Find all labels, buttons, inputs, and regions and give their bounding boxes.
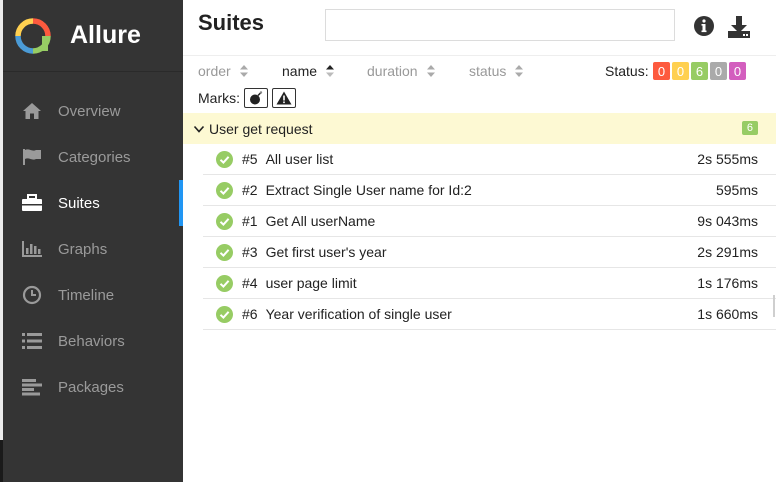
list-icon — [20, 329, 44, 353]
sort-order[interactable]: order — [198, 63, 248, 79]
test-duration: 1s 176ms — [697, 275, 758, 291]
flag-icon — [20, 145, 44, 169]
briefcase-icon — [20, 191, 44, 215]
sidebar-item-behaviors[interactable]: Behaviors — [3, 318, 183, 364]
test-duration: 2s 291ms — [697, 244, 758, 260]
tree-toolbar: order name duration status Status: 0 0 6… — [183, 56, 776, 114]
test-name: Get first user's year — [265, 244, 387, 260]
test-row[interactable]: #1 Get All userName 9s 043ms — [203, 206, 776, 237]
status-filter-label: Status: — [605, 63, 649, 79]
test-row[interactable]: #2 Extract Single User name for Id:2 595… — [203, 175, 776, 206]
sort-asc-icon — [326, 65, 335, 77]
sidebar-item-suites[interactable]: Suites — [3, 180, 183, 226]
sidebar-item-categories[interactable]: Categories — [3, 134, 183, 180]
test-duration: 595ms — [715, 182, 758, 198]
main-pane: Suites order name duration status Status… — [183, 0, 776, 482]
status-failed-toggle[interactable]: 0 — [653, 62, 670, 80]
sort-label: name — [282, 63, 318, 79]
status-unknown-toggle[interactable]: 0 — [729, 62, 746, 80]
search-input[interactable] — [325, 9, 675, 41]
allure-logo-icon — [15, 17, 51, 54]
passed-check-icon — [216, 305, 233, 323]
home-icon — [20, 99, 44, 123]
test-name: user page limit — [265, 275, 357, 291]
sort-both-icon — [239, 65, 248, 77]
sort-label: order — [198, 63, 231, 79]
test-row[interactable]: #6 Year verification of single user 1s 6… — [203, 299, 776, 330]
test-number: #1 — [242, 213, 258, 229]
test-number: #2 — [242, 182, 258, 198]
flaky-mark-toggle[interactable] — [244, 88, 268, 108]
sidebar-item-timeline[interactable]: Timeline — [3, 272, 183, 318]
sort-name[interactable]: name — [282, 63, 335, 79]
sort-status[interactable]: status — [469, 63, 524, 79]
test-name: Year verification of single user — [265, 306, 452, 322]
align-left-icon — [20, 375, 44, 399]
passed-check-icon — [216, 181, 233, 199]
sort-both-icon — [426, 65, 435, 77]
passed-check-icon — [216, 212, 233, 230]
pane-splitter[interactable] — [773, 295, 775, 317]
test-name: All user list — [265, 151, 334, 167]
sidebar: Allure Overview Categories Suites Graphs — [3, 0, 183, 482]
test-row[interactable]: #3 Get first user's year 2s 291ms — [203, 237, 776, 268]
sidebar-item-label: Packages — [58, 378, 124, 396]
test-number: #6 — [242, 306, 258, 322]
download-icon[interactable] — [726, 14, 752, 40]
test-name: Extract Single User name for Id:2 — [265, 182, 472, 198]
suite-name: User get request — [209, 120, 313, 137]
warning-icon — [276, 91, 292, 105]
marks-label: Marks: — [198, 90, 240, 106]
sidebar-item-packages[interactable]: Packages — [3, 364, 183, 410]
test-list: #5 All user list 2s 555ms #2 Extract Sin… — [203, 144, 776, 330]
test-duration: 9s 043ms — [697, 213, 758, 229]
test-name: Get All userName — [265, 213, 376, 229]
clock-icon — [20, 283, 44, 307]
test-number: #4 — [242, 275, 258, 291]
sidebar-item-label: Overview — [58, 102, 121, 120]
logo-row[interactable]: Allure — [3, 0, 183, 72]
status-filter: 0 0 6 0 0 — [653, 62, 748, 80]
sidebar-item-graphs[interactable]: Graphs — [3, 226, 183, 272]
sort-label: status — [469, 63, 507, 79]
status-skipped-toggle[interactable]: 0 — [710, 62, 727, 80]
new-failed-mark-toggle[interactable] — [272, 88, 296, 108]
status-broken-toggle[interactable]: 0 — [672, 62, 689, 80]
suite-passed-count: 6 — [741, 121, 758, 135]
sort-duration[interactable]: duration — [367, 63, 435, 79]
passed-check-icon — [216, 243, 233, 261]
page-title: Suites — [198, 10, 265, 35]
sidebar-item-label: Suites — [58, 194, 100, 212]
pane-header: Suites — [183, 0, 776, 56]
test-duration: 1s 660ms — [697, 306, 758, 322]
test-row[interactable]: #4 user page limit 1s 176ms — [203, 268, 776, 299]
info-icon[interactable] — [693, 15, 715, 37]
test-number: #5 — [242, 151, 258, 167]
passed-check-icon — [216, 274, 233, 292]
sidebar-nav: Overview Categories Suites Graphs Timeli… — [3, 88, 183, 410]
sidebar-item-label: Behaviors — [58, 332, 125, 350]
bomb-icon — [250, 91, 263, 105]
suite-group-row[interactable]: User get request 6 — [183, 113, 776, 144]
test-duration: 2s 555ms — [697, 151, 758, 167]
sidebar-item-overview[interactable]: Overview — [3, 88, 183, 134]
sort-both-icon — [515, 65, 524, 77]
sidebar-item-label: Categories — [58, 148, 131, 166]
brand-name: Allure — [70, 21, 141, 49]
status-passed-toggle[interactable]: 6 — [691, 62, 708, 80]
passed-check-icon — [216, 150, 233, 168]
sort-label: duration — [367, 63, 418, 79]
sidebar-item-label: Timeline — [58, 286, 115, 304]
sidebar-item-label: Graphs — [58, 240, 108, 258]
chevron-down-icon — [193, 125, 205, 133]
test-number: #3 — [242, 244, 258, 260]
bar-chart-icon — [20, 237, 44, 261]
test-row[interactable]: #5 All user list 2s 555ms — [203, 144, 776, 175]
